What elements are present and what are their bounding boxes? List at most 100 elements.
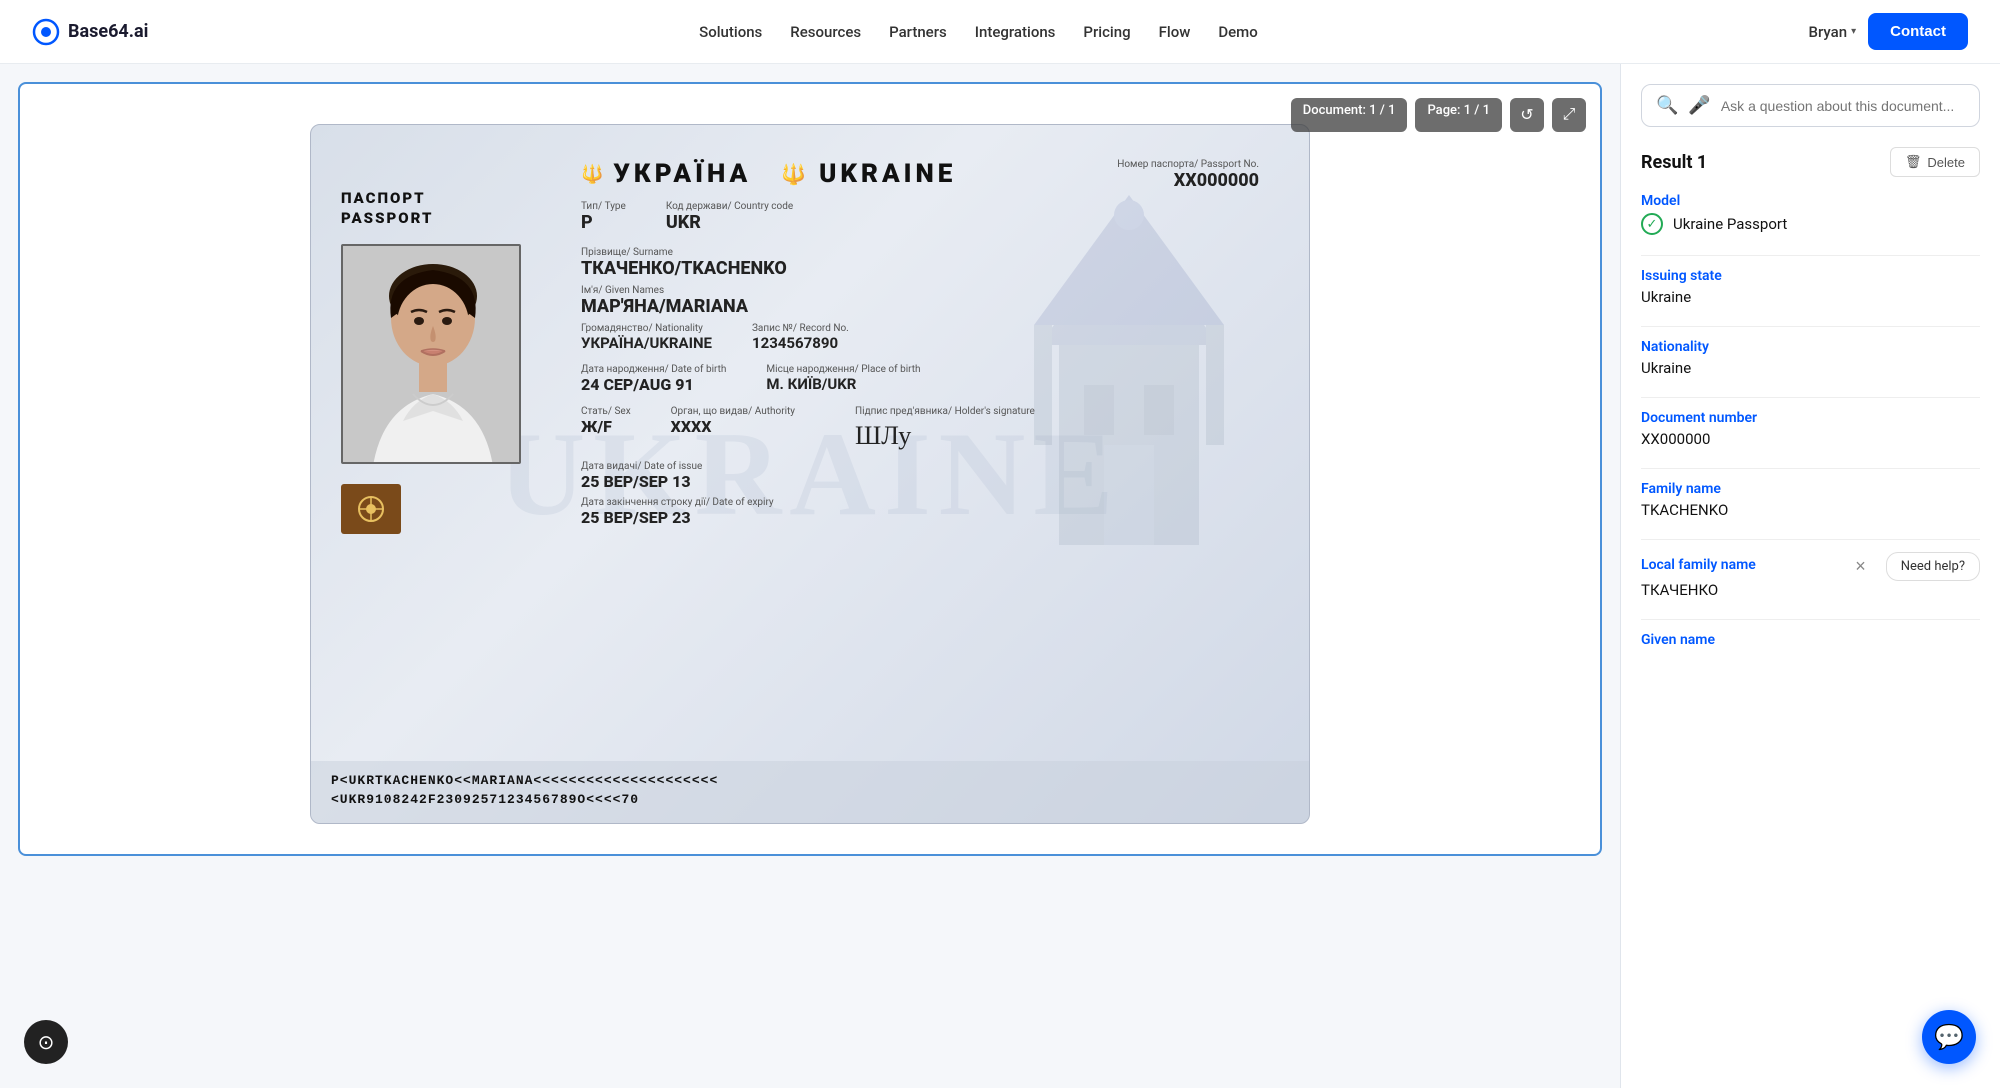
nav-integrations[interactable]: Integrations (975, 23, 1056, 41)
family-name-section: Family name TKACHENKO (1641, 481, 1980, 519)
passport-country-code-field: Код держави/ Country code UKR (666, 201, 793, 233)
logo[interactable]: Base64.ai (32, 18, 148, 46)
contact-button[interactable]: Contact (1868, 13, 1968, 50)
divider-2 (1641, 326, 1980, 327)
passport-surname-field: Прізвище/ Surname ТКАЧЕНКО/TKACHENKO (581, 247, 1259, 279)
passport-nationality-field: Громадянство/ Nationality УКРАЇНА/UKRAIN… (581, 323, 712, 352)
passport-type-row: Тип/ Type Р Код держави/ Country code UK… (581, 201, 1259, 239)
mic-icon[interactable]: 🎤 (1688, 95, 1710, 116)
type-value: Р (581, 212, 626, 233)
passport-photo (341, 244, 521, 464)
search-bar[interactable]: 🔍 🎤 (1641, 84, 1980, 127)
given-names-label: Ім'я/ Given Names (581, 285, 1259, 296)
nav-pricing[interactable]: Pricing (1083, 23, 1130, 41)
nationality-result-value: Ukraine (1641, 359, 1980, 377)
page-badge: Page: 1 / 1 (1415, 98, 1502, 132)
issuing-state-value: Ukraine (1641, 288, 1980, 306)
given-names-value: МАР'ЯНА/MARIANA (581, 296, 1259, 317)
nav-partners[interactable]: Partners (889, 23, 947, 41)
fullscreen-button[interactable]: ⤢ (1552, 98, 1586, 132)
document-badge: Document: 1 / 1 (1291, 98, 1408, 132)
given-name-label: Given name (1641, 632, 1980, 648)
result-title: Result 1 (1641, 152, 1707, 173)
document-toolbar: Document: 1 / 1 Page: 1 / 1 ↺ ⤢ (1291, 98, 1586, 132)
results-panel: 🔍 🎤 Result 1 🗑 Delete Model ✓ Ukraine Pa… (1620, 64, 2000, 1088)
passport-type-field: Тип/ Type Р (581, 201, 626, 233)
divider-3 (1641, 397, 1980, 398)
record-no-value: 1234567890 (752, 334, 849, 352)
sex-value: Ж/F (581, 417, 631, 436)
chat-fab[interactable]: 💬 (1922, 1010, 1976, 1064)
local-family-name-section: Local family name × Need help? ТКАЧЕНКО (1641, 552, 1980, 599)
passport-header: 🔱 УКРАЇНА 🔱 UKRAINE Номер паспорта/ Pass… (581, 159, 1259, 191)
passport-content: ПАСПОРТ PASSPORT (311, 125, 1309, 823)
passport-sex-auth-row: Стать/ Sex Ж/F Орган, що видав/ Authorit… (581, 406, 1259, 457)
fullscreen-icon: ⤢ (1563, 106, 1576, 124)
nationality-label: Громадянство/ Nationality (581, 323, 712, 334)
passport-country-en: UKRAINE (819, 159, 956, 189)
doe-label: Дата закінчення строку дії/ Date of expi… (581, 497, 1259, 508)
passport-doe-field: Дата закінчення строку дії/ Date of expi… (581, 497, 1259, 527)
divider-6 (1641, 619, 1980, 620)
dob-label: Дата народження/ Date of birth (581, 364, 726, 375)
model-section: Model ✓ Ukraine Passport (1641, 193, 1980, 235)
pob-label: Місце народження/ Place of birth (766, 364, 920, 375)
local-family-name-label: Local family name (1641, 557, 1756, 573)
passport-dates-row: Дата видачі/ Date of issue 25 ВЕР/SEP 13… (581, 461, 1259, 527)
family-name-value: TKACHENKO (1641, 501, 1980, 519)
passport-type-header: ПАСПОРТ PASSPORT (341, 189, 561, 228)
type-label: Тип/ Type (581, 201, 626, 212)
doi-label: Дата видачі/ Date of issue (581, 461, 1259, 472)
close-field-button[interactable]: × (1855, 556, 1866, 577)
need-help-inline[interactable]: Need help? (1886, 552, 1980, 581)
trash-icon: 🗑 (1905, 154, 1922, 170)
user-menu[interactable]: Bryan ▾ (1809, 23, 1857, 41)
nav-flow[interactable]: Flow (1159, 23, 1191, 41)
family-name-label: Family name (1641, 481, 1980, 497)
passport-given-names-field: Ім'я/ Given Names МАР'ЯНА/MARIANA (581, 285, 1259, 317)
doi-value: 25 ВЕР/SEP 13 (581, 472, 1259, 491)
search-input[interactable] (1721, 98, 1965, 114)
document-viewer: Document: 1 / 1 Page: 1 / 1 ↺ ⤢ UKRAINE (18, 82, 1602, 856)
logo-text: Base64.ai (68, 21, 148, 42)
document-number-label: Document number (1641, 410, 1980, 426)
accessibility-icon: ⊙ (38, 1030, 55, 1054)
document-number-section: Document number XX000000 (1641, 410, 1980, 448)
user-name: Bryan (1809, 23, 1848, 41)
delete-button[interactable]: 🗑 Delete (1890, 147, 1980, 177)
nationality-value: УКРАЇНА/UKRAINE (581, 334, 712, 352)
passport-card: UKRAINE (310, 124, 1310, 824)
result-header: Result 1 🗑 Delete (1641, 147, 1980, 177)
passport-record-field: Запис №/ Record No. 1234567890 (752, 323, 849, 352)
record-no-label: Запис №/ Record No. (752, 323, 849, 334)
passport-logo-box (341, 484, 401, 534)
surname-label: Прізвище/ Surname (581, 247, 1259, 258)
refresh-icon: ↺ (1520, 105, 1533, 125)
passport-signature-field: Підпис пред'явника/ Holder's signature Ш… (855, 406, 1035, 451)
sex-label: Стать/ Sex (581, 406, 631, 417)
issuing-state-section: Issuing state Ukraine (1641, 268, 1980, 306)
main-layout: Document: 1 / 1 Page: 1 / 1 ↺ ⤢ UKRAINE (0, 64, 2000, 1088)
nav-solutions[interactable]: Solutions (699, 23, 762, 41)
authority-label: Орган, що видав/ Authority (671, 406, 795, 417)
nav-resources[interactable]: Resources (790, 23, 861, 41)
passport-logo (341, 484, 561, 534)
country-code-label: Код держави/ Country code (666, 201, 793, 212)
passport-country-native: УКРАЇНА (613, 159, 751, 189)
passport-no-value: XX000000 (1117, 170, 1259, 191)
refresh-button[interactable]: ↺ (1510, 98, 1544, 132)
chat-icon: 💬 (1934, 1023, 1964, 1051)
nationality-result-label: Nationality (1641, 339, 1980, 355)
navbar: Base64.ai Solutions Resources Partners I… (0, 0, 2000, 64)
signature-label: Підпис пред'явника/ Holder's signature (855, 406, 1035, 417)
local-family-name-value: ТКАЧЕНКО (1641, 581, 1980, 599)
signature-value: ШЛу (855, 421, 1035, 451)
country-code-value: UKR (666, 212, 793, 233)
divider-4 (1641, 468, 1980, 469)
accessibility-button[interactable]: ⊙ (24, 1020, 68, 1064)
passport-photo-area (341, 244, 561, 464)
passport-sex-field: Стать/ Sex Ж/F (581, 406, 631, 451)
nav-demo[interactable]: Demo (1218, 23, 1257, 41)
nav-right: Bryan ▾ Contact (1809, 13, 1968, 50)
nav-links: Solutions Resources Partners Integration… (699, 23, 1258, 41)
